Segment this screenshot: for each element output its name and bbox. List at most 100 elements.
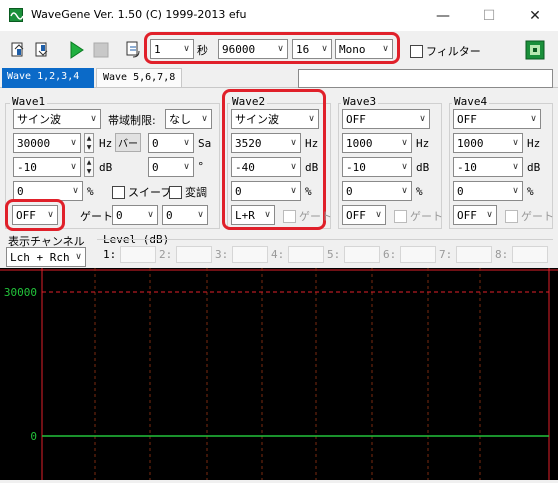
- chevron-down-icon: ∨: [197, 210, 204, 220]
- wave3-offset-select[interactable]: 0 ∨: [342, 181, 412, 201]
- chevron-down-icon: ∨: [512, 162, 519, 172]
- wave2-waveform-select[interactable]: サイン波 ∨: [231, 109, 319, 129]
- level-meter-6: [400, 246, 436, 263]
- waveform-scope: 30000 0: [0, 268, 558, 480]
- level-meters: 1: 2: 3: 4: 5: 6: 7: 8:: [103, 246, 553, 264]
- chevron-down-icon: ∨: [419, 114, 426, 124]
- wave2-output-select[interactable]: L+R ∨: [231, 205, 275, 225]
- gate2-select[interactable]: 0 ∨: [162, 205, 208, 225]
- wave1-offset-value: 0: [17, 184, 24, 198]
- wave1-waveform-select[interactable]: サイン波 ∨: [13, 109, 101, 129]
- level-label-1: 1:: [103, 248, 117, 261]
- sweep-checkbox[interactable]: スイープ: [112, 184, 171, 200]
- chevron-down-icon: ∨: [70, 162, 77, 172]
- tab-wave1-4[interactable]: Wave 1,2,3,4: [2, 68, 94, 88]
- modulate-checkbox[interactable]: 変調: [169, 184, 207, 200]
- window-title: WaveGene Ver. 1.50 (C) 1999-2013 efu: [31, 8, 247, 21]
- minimize-button[interactable]: —: [420, 0, 466, 31]
- bar-select[interactable]: 0 ∨: [148, 133, 194, 153]
- sample-rate-select[interactable]: 96000 ∨: [218, 39, 288, 59]
- wave2-offset-select[interactable]: 0 ∨: [231, 181, 301, 201]
- wave2-freq-value: 3520: [235, 136, 262, 150]
- chevron-down-icon: ∨: [290, 162, 297, 172]
- wave4-offset-select[interactable]: 0 ∨: [453, 181, 523, 201]
- wave4-title: Wave4: [452, 95, 490, 108]
- bits-select[interactable]: 16 ∨: [292, 39, 332, 59]
- level-meter-1: [120, 246, 156, 263]
- play-icon[interactable]: [65, 39, 87, 61]
- wave3-freq-select[interactable]: 1000 ∨: [342, 133, 412, 153]
- channels-value: Mono: [339, 42, 366, 56]
- wave3-gate-checkbox[interactable]: ゲート: [394, 208, 443, 224]
- wave2-level-select[interactable]: -40 ∨: [231, 157, 301, 177]
- band-limit-select[interactable]: なし ∨: [165, 109, 212, 129]
- wave3-waveform-value: OFF: [346, 112, 366, 126]
- bar-button[interactable]: バー: [115, 133, 141, 152]
- wave1-level-unit: dB: [99, 161, 113, 174]
- wave3-level-select[interactable]: -10 ∨: [342, 157, 412, 177]
- wave3-waveform-select[interactable]: OFF ∨: [342, 109, 430, 129]
- wave1-output-select[interactable]: OFF ∨: [12, 205, 58, 225]
- open-file-icon[interactable]: [9, 40, 29, 60]
- settings-icon[interactable]: [524, 39, 546, 61]
- duration-value: 1: [154, 42, 161, 56]
- comment-field[interactable]: [298, 69, 553, 88]
- wave4-waveform-select[interactable]: OFF ∨: [453, 109, 541, 129]
- wave4-gate-checkbox[interactable]: ゲート: [505, 208, 554, 224]
- sweep-label: スイープ: [128, 186, 172, 199]
- duration-select[interactable]: 1 ∨: [150, 39, 194, 59]
- display-channel-select[interactable]: Lch + Rch ∨: [6, 247, 86, 267]
- maximize-button[interactable]: ☐: [466, 0, 512, 31]
- phase-select[interactable]: 0 ∨: [148, 157, 194, 177]
- wave4-output-select[interactable]: OFF ∨: [453, 205, 497, 225]
- wave1-freq-spinner[interactable]: ▲ ▼: [84, 133, 94, 153]
- level-meter-8: [512, 246, 548, 263]
- tab-wave5-8[interactable]: Wave 5,6,7,8: [96, 68, 182, 88]
- chevron-down-icon: ∨: [486, 210, 493, 220]
- wave2-waveform-value: サイン波: [235, 113, 279, 126]
- wave4-level-select[interactable]: -10 ∨: [453, 157, 523, 177]
- wave1-freq-select[interactable]: 30000 ∨: [13, 133, 81, 153]
- wave4-offset-unit: %: [527, 185, 534, 198]
- wave3-level-unit: dB: [416, 161, 430, 174]
- scope-yzero-label: 0: [30, 430, 37, 443]
- wave1-level-spinner[interactable]: ▲ ▼: [84, 157, 94, 177]
- wave3-offset-value: 0: [346, 184, 353, 198]
- chevron-down-icon: ∨: [401, 138, 408, 148]
- wave2-freq-unit: Hz: [305, 137, 319, 150]
- wave1-level-select[interactable]: -10 ∨: [13, 157, 81, 177]
- channels-select[interactable]: Mono ∨: [335, 39, 393, 59]
- display-channel-value: Lch + Rch: [10, 250, 70, 264]
- wave1-offset-select[interactable]: 0 ∨: [13, 181, 83, 201]
- wave3-output-select[interactable]: OFF ∨: [342, 205, 386, 225]
- wave1-level-value: -10: [17, 160, 37, 174]
- checkbox-box: [169, 185, 182, 199]
- chevron-down-icon: ∨: [277, 44, 284, 54]
- wave2-offset-value: 0: [235, 184, 242, 198]
- wave1-title: Wave1: [10, 95, 48, 108]
- gate1-value: 0: [116, 208, 123, 222]
- wave4-offset-value: 0: [457, 184, 464, 198]
- close-button[interactable]: ✕: [512, 0, 558, 31]
- chevron-down-icon: ∨: [290, 138, 297, 148]
- filter-checkbox[interactable]: フィルター: [410, 43, 481, 59]
- chevron-down-icon: ∨: [290, 186, 297, 196]
- save-file-icon[interactable]: [33, 40, 53, 60]
- level-label-2: 2:: [159, 248, 173, 261]
- chevron-down-icon: ∨: [382, 44, 389, 54]
- wave4-output-value: OFF: [457, 208, 477, 222]
- loop-icon[interactable]: [123, 39, 145, 61]
- bits-value: 16: [296, 42, 310, 56]
- chevron-down-icon: ∨: [375, 210, 382, 220]
- wave1-output-value: OFF: [16, 208, 36, 222]
- filter-label: フィルター: [426, 45, 481, 58]
- wave4-freq-unit: Hz: [527, 137, 541, 150]
- wave3-output-value: OFF: [346, 208, 366, 222]
- chevron-down-icon: ∨: [72, 186, 79, 196]
- duration-unit: 秒: [197, 44, 208, 57]
- gate1-select[interactable]: 0 ∨: [112, 205, 158, 225]
- wave2-gate-checkbox[interactable]: ゲート: [283, 208, 332, 224]
- wave4-freq-select[interactable]: 1000 ∨: [453, 133, 523, 153]
- wave2-freq-select[interactable]: 3520 ∨: [231, 133, 301, 153]
- wave2-gate-label: ゲート: [299, 210, 332, 223]
